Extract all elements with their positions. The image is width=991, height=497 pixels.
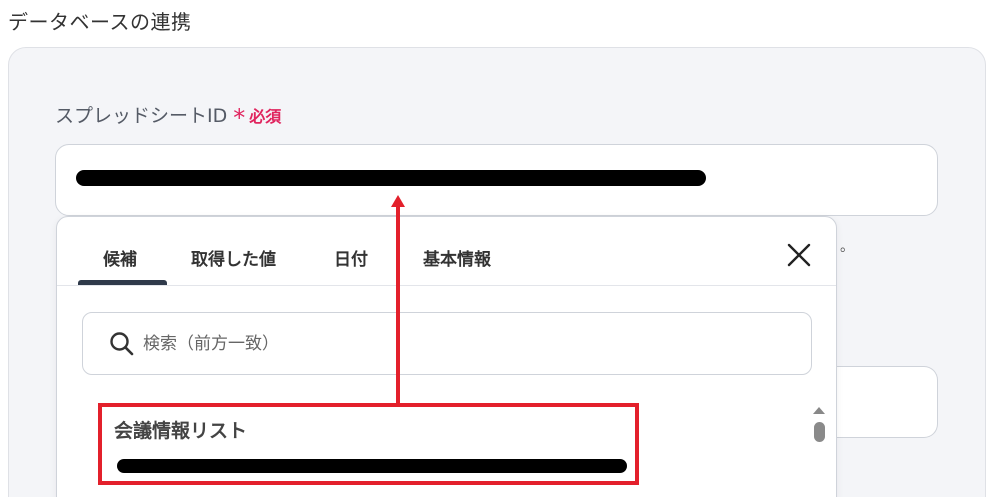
search-box	[82, 312, 812, 375]
search-input[interactable]	[143, 328, 743, 360]
field-label-text: スプレッドシートID	[55, 105, 228, 127]
spreadsheet-id-input[interactable]	[55, 144, 938, 216]
redacted-value	[76, 170, 706, 186]
scroll-up-icon[interactable]	[813, 407, 825, 414]
required-badge: 必須	[249, 106, 282, 126]
tab-retrieved-values[interactable]: 取得した値	[191, 245, 276, 270]
annotation-highlight-box	[98, 403, 639, 485]
popup-tabs: 候補 取得した値 日付 基本情報	[57, 217, 836, 286]
close-icon[interactable]	[786, 242, 812, 268]
search-icon	[109, 331, 135, 357]
field-label: スプレッドシートID * 必須	[55, 101, 282, 132]
annotation-arrow-line	[396, 204, 400, 404]
background-input[interactable]	[836, 366, 938, 438]
annotation-arrow-head-icon	[391, 195, 405, 207]
help-text-end: 。	[840, 239, 854, 255]
required-star-icon: *	[233, 103, 246, 132]
scrollbar-thumb[interactable]	[814, 422, 825, 442]
tab-date[interactable]: 日付	[334, 245, 368, 270]
tab-candidates[interactable]: 候補	[103, 245, 137, 270]
section-title: データベースの連携	[8, 10, 192, 34]
active-tab-indicator	[78, 280, 167, 285]
tab-basic-info[interactable]: 基本情報	[423, 245, 491, 270]
